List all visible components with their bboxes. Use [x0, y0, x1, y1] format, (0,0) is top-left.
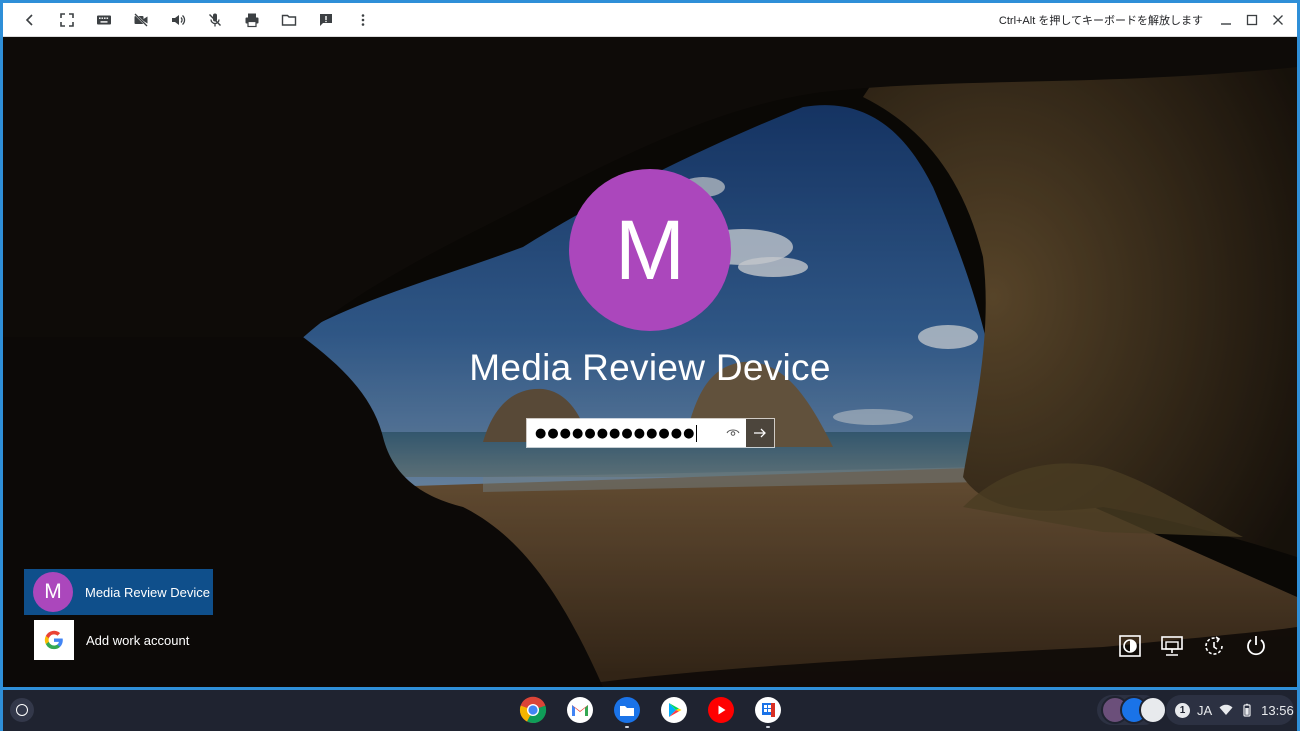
minimize-icon[interactable]: [1213, 3, 1239, 37]
close-icon[interactable]: [1265, 3, 1291, 37]
reveal-password-icon[interactable]: [726, 427, 740, 439]
user-item-label: Add work account: [86, 632, 190, 648]
gmail-app-icon[interactable]: [565, 695, 595, 725]
status-area[interactable]: 1 JA 13:56: [1166, 695, 1294, 725]
files-app-icon[interactable]: [612, 695, 642, 728]
battery-icon: [1243, 703, 1251, 717]
power-icon[interactable]: [1243, 633, 1269, 659]
running-indicator: [766, 726, 770, 728]
network-icon[interactable]: [1159, 633, 1185, 659]
wifi-icon: [1219, 704, 1233, 715]
password-masked-value: ●●●●●●●●●●●●●: [535, 425, 696, 441]
print-icon[interactable]: [233, 3, 270, 37]
launcher-button[interactable]: [10, 698, 34, 722]
launcher-circle-icon: [16, 704, 28, 716]
remote-desktop-toolbar: Ctrl+Alt を押してキーボードを解放します: [3, 3, 1297, 37]
volume-icon[interactable]: [159, 3, 196, 37]
user-item-media-review-device[interactable]: M Media Review Device: [24, 569, 213, 615]
keyboard-release-hint: Ctrl+Alt を押してキーボードを解放します: [998, 14, 1203, 27]
youtube-app-icon[interactable]: [706, 695, 736, 725]
mic-off-icon[interactable]: [196, 3, 233, 37]
clock-time: 13:56: [1261, 702, 1294, 718]
pinned-apps: [518, 695, 783, 728]
submit-arrow-button[interactable]: [746, 419, 774, 447]
user-item-label: Media Review Device: [85, 584, 210, 600]
input-method-label: JA: [1197, 702, 1213, 718]
lock-screen-system-icons: [1117, 633, 1269, 659]
username-heading: Media Review Device: [469, 347, 831, 388]
remote-desktop-app-icon[interactable]: [753, 695, 783, 728]
holding-space-tray[interactable]: [1097, 695, 1167, 725]
user-avatar: M: [569, 169, 731, 331]
text-cursor: [696, 424, 698, 442]
windows-lock-screen: M Media Review Device ●●●●●●●●●●●●● M Me…: [3, 37, 1297, 687]
user-switcher-list: M Media Review Device Add work account: [24, 569, 213, 665]
password-input[interactable]: ●●●●●●●●●●●●●: [527, 419, 746, 447]
chromeos-shelf: 1 JA 13:56: [3, 690, 1297, 731]
keyboard-icon[interactable]: [85, 3, 122, 37]
back-icon[interactable]: [11, 3, 48, 37]
maximize-icon[interactable]: [1239, 3, 1265, 37]
arrow-right-icon: [754, 428, 766, 438]
more-vert-icon[interactable]: [344, 3, 381, 37]
accessibility-icon[interactable]: [1201, 633, 1227, 659]
user-item-add-work-account[interactable]: Add work account: [24, 617, 213, 663]
password-box: ●●●●●●●●●●●●●: [526, 418, 775, 448]
holding-thumbnail: [1139, 696, 1167, 724]
folder-icon[interactable]: [270, 3, 307, 37]
camera-off-icon[interactable]: [122, 3, 159, 37]
running-indicator: [625, 726, 629, 728]
fullscreen-icon[interactable]: [48, 3, 85, 37]
ease-of-access-icon[interactable]: [1117, 633, 1143, 659]
feedback-icon[interactable]: [307, 3, 344, 37]
google-g-icon: [34, 620, 74, 660]
user-avatar-small: M: [33, 572, 73, 612]
chrome-app-icon[interactable]: [518, 695, 548, 725]
play-store-app-icon[interactable]: [659, 695, 689, 725]
notification-count-badge: 1: [1175, 702, 1190, 718]
